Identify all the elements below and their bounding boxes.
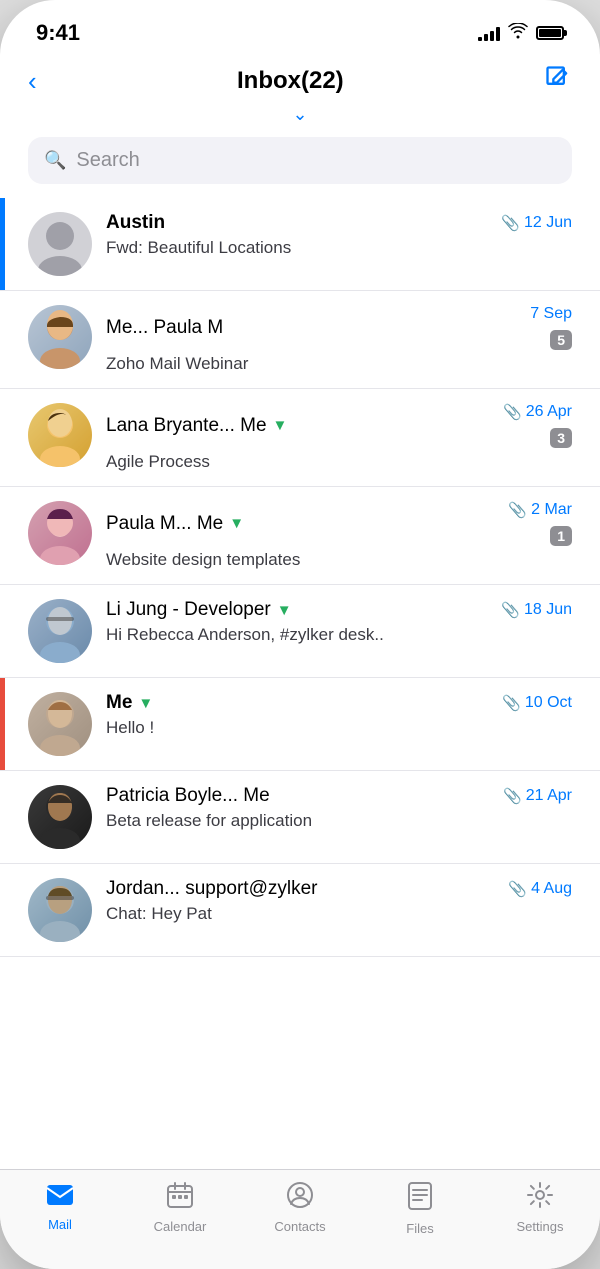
back-button[interactable]: ‹ bbox=[28, 66, 37, 97]
email-list: Austin 📎 12 Jun Fwd: Beautiful Locations bbox=[0, 198, 600, 957]
nav-contacts-label: Contacts bbox=[274, 1219, 325, 1234]
nav-files[interactable]: Files bbox=[390, 1182, 450, 1236]
email-content: Li Jung - Developer ▼ 📎 18 Jun Hi Rebecc… bbox=[106, 599, 572, 645]
flag-icon: ▼ bbox=[138, 695, 153, 712]
email-content: Jordan... support@zylker 📎 4 Aug Chat: H… bbox=[106, 878, 572, 924]
battery-icon bbox=[536, 26, 564, 40]
email-sender: Li Jung - Developer ▼ bbox=[106, 599, 292, 621]
email-sender: Austin bbox=[106, 212, 165, 234]
status-time: 9:41 bbox=[36, 20, 80, 46]
search-icon: 🔍 bbox=[44, 150, 66, 171]
avatar bbox=[28, 501, 92, 565]
email-content: Me ▼ 📎 10 Oct Hello ! bbox=[106, 692, 572, 738]
avatar bbox=[28, 305, 92, 369]
signal-icon bbox=[478, 25, 500, 41]
nav-settings-label: Settings bbox=[517, 1219, 564, 1234]
email-item[interactable]: Lana Bryante... Me ▼ 📎 26 Apr 3 Agile Pr… bbox=[0, 389, 600, 487]
email-item[interactable]: Me... Paula M 7 Sep 5 Zoho Mail Webinar bbox=[0, 291, 600, 389]
email-item[interactable]: Austin 📎 12 Jun Fwd: Beautiful Locations bbox=[0, 198, 600, 291]
email-date: 4 Aug bbox=[531, 880, 572, 898]
wifi-icon bbox=[508, 23, 528, 44]
nav-mail[interactable]: Mail bbox=[30, 1182, 90, 1232]
mail-icon bbox=[46, 1182, 74, 1213]
inbox-title: Inbox(22) bbox=[237, 67, 344, 95]
search-bar[interactable]: 🔍 Search bbox=[28, 137, 572, 184]
email-count: 5 bbox=[550, 330, 572, 350]
nav-mail-label: Mail bbox=[48, 1217, 72, 1232]
email-date: 7 Sep bbox=[530, 305, 572, 323]
email-content: Austin 📎 12 Jun Fwd: Beautiful Locations bbox=[106, 212, 572, 258]
email-count: 1 bbox=[550, 526, 572, 546]
status-bar: 9:41 bbox=[0, 0, 600, 54]
nav-calendar-label: Calendar bbox=[154, 1219, 207, 1234]
email-date: 18 Jun bbox=[524, 601, 572, 619]
email-date: 10 Oct bbox=[525, 694, 572, 712]
email-sender: Me ▼ bbox=[106, 692, 153, 714]
nav-contacts[interactable]: Contacts bbox=[270, 1182, 330, 1234]
email-item[interactable]: Jordan... support@zylker 📎 4 Aug Chat: H… bbox=[0, 864, 600, 957]
email-subject: Hello ! bbox=[106, 718, 572, 738]
avatar bbox=[28, 403, 92, 467]
email-date: 2 Mar bbox=[531, 501, 572, 519]
settings-icon bbox=[527, 1182, 553, 1215]
header: ‹ Inbox(22) bbox=[0, 54, 600, 98]
attachment-icon: 📎 bbox=[503, 403, 522, 421]
email-date: 21 Apr bbox=[526, 787, 572, 805]
attachment-icon: 📎 bbox=[501, 214, 520, 232]
email-date: 12 Jun bbox=[524, 214, 572, 232]
flag-icon: ▼ bbox=[229, 515, 244, 532]
email-subject: Agile Process bbox=[106, 452, 572, 472]
email-sender: Paula M... Me ▼ bbox=[106, 513, 244, 535]
email-subject: Fwd: Beautiful Locations bbox=[106, 238, 572, 258]
email-item[interactable]: Me ▼ 📎 10 Oct Hello ! bbox=[0, 678, 600, 771]
email-item[interactable]: Patricia Boyle... Me 📎 21 Apr Beta relea… bbox=[0, 771, 600, 864]
avatar bbox=[28, 692, 92, 756]
email-subject: Beta release for application bbox=[106, 811, 572, 831]
nav-files-label: Files bbox=[406, 1221, 433, 1236]
contacts-icon bbox=[287, 1182, 313, 1215]
flag-icon: ▼ bbox=[277, 602, 292, 619]
search-container: 🔍 Search bbox=[0, 129, 600, 198]
email-sender: Lana Bryante... Me ▼ bbox=[106, 415, 287, 437]
email-item[interactable]: Paula M... Me ▼ 📎 2 Mar 1 Website design… bbox=[0, 487, 600, 585]
bottom-nav: Mail Calendar bbox=[0, 1169, 600, 1269]
compose-icon bbox=[544, 64, 572, 92]
avatar bbox=[28, 878, 92, 942]
email-sender: Me... Paula M bbox=[106, 317, 223, 339]
email-content: Me... Paula M 7 Sep 5 Zoho Mail Webinar bbox=[106, 305, 572, 374]
email-content: Patricia Boyle... Me 📎 21 Apr Beta relea… bbox=[106, 785, 572, 831]
email-content: Lana Bryante... Me ▼ 📎 26 Apr 3 Agile Pr… bbox=[106, 403, 572, 472]
nav-settings[interactable]: Settings bbox=[510, 1182, 570, 1234]
attachment-icon: 📎 bbox=[501, 601, 520, 619]
compose-button[interactable] bbox=[544, 64, 572, 98]
email-subject: Website design templates bbox=[106, 550, 572, 570]
calendar-icon bbox=[167, 1182, 193, 1215]
email-subject: Zoho Mail Webinar bbox=[106, 354, 572, 374]
attachment-icon: 📎 bbox=[502, 694, 521, 712]
attachment-icon: 📎 bbox=[508, 880, 527, 898]
search-placeholder: Search bbox=[76, 149, 139, 172]
nav-calendar[interactable]: Calendar bbox=[150, 1182, 210, 1234]
email-item[interactable]: Li Jung - Developer ▼ 📎 18 Jun Hi Rebecc… bbox=[0, 585, 600, 678]
email-subject: Hi Rebecca Anderson, #zylker desk.. bbox=[106, 625, 572, 645]
avatar bbox=[28, 212, 92, 276]
status-icons bbox=[478, 23, 564, 44]
avatar bbox=[28, 785, 92, 849]
email-subject: Chat: Hey Pat bbox=[106, 904, 572, 924]
email-count: 3 bbox=[550, 428, 572, 448]
email-content: Paula M... Me ▼ 📎 2 Mar 1 Website design… bbox=[106, 501, 572, 570]
avatar bbox=[28, 599, 92, 663]
files-icon bbox=[408, 1182, 432, 1217]
attachment-icon: 📎 bbox=[503, 787, 522, 805]
flag-icon: ▼ bbox=[273, 417, 288, 434]
inbox-dropdown[interactable]: ⌄ bbox=[0, 98, 600, 129]
phone-frame: 9:41 ‹ Inbox(22) bbox=[0, 0, 600, 1269]
chevron-down-icon: ⌄ bbox=[292, 104, 307, 125]
email-sender: Jordan... support@zylker bbox=[106, 878, 318, 900]
email-sender: Patricia Boyle... Me bbox=[106, 785, 270, 807]
email-date: 26 Apr bbox=[526, 403, 572, 421]
attachment-icon: 📎 bbox=[508, 501, 527, 519]
